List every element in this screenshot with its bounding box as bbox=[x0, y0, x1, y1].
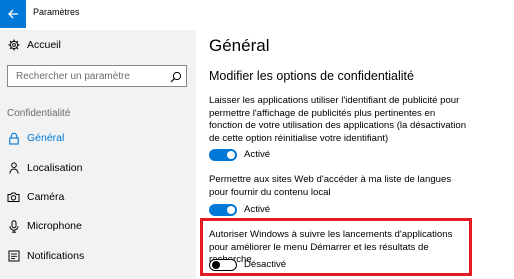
camera-icon bbox=[7, 191, 20, 204]
sidebar-item-label: Général bbox=[27, 132, 65, 144]
sidebar-item-location[interactable]: Localisation bbox=[0, 156, 196, 180]
window-title: Paramètres bbox=[33, 7, 80, 17]
notifications-icon bbox=[7, 250, 20, 263]
highlight-annotation-box bbox=[200, 218, 472, 276]
sidebar-item-label: Localisation bbox=[27, 162, 83, 174]
toggle-knob bbox=[227, 151, 235, 159]
back-button[interactable] bbox=[0, 0, 26, 28]
page-title: Général bbox=[209, 36, 270, 55]
sidebar-item-microphone[interactable]: Microphone bbox=[0, 214, 196, 238]
sidebar-item-label: Accueil bbox=[27, 39, 61, 51]
lock-icon bbox=[7, 132, 20, 145]
sidebar-item-camera[interactable]: Caméra bbox=[0, 185, 196, 209]
toggle-ad-id[interactable] bbox=[209, 149, 237, 161]
search-icon[interactable] bbox=[170, 70, 182, 83]
setting-description-language-list: Permettre aux sites Web d'accéder à ma l… bbox=[209, 174, 452, 198]
gear-icon bbox=[7, 39, 20, 52]
sidebar-item-label: Notifications bbox=[27, 250, 85, 262]
search-input[interactable] bbox=[8, 66, 166, 86]
sidebar-item-label: Caméra bbox=[27, 191, 65, 203]
toggle-state-label: Activé bbox=[244, 204, 271, 215]
title-bar: Paramètres bbox=[0, 0, 514, 30]
setting-description-ad-id: Laisser les applications utiliser l'iden… bbox=[209, 95, 467, 144]
sidebar-item-home[interactable]: Accueil bbox=[0, 33, 196, 57]
search-field[interactable] bbox=[7, 65, 187, 87]
section-title: Modifier les options de confidentialité bbox=[209, 69, 414, 83]
toggle-state-label: Activé bbox=[244, 149, 271, 160]
sidebar-item-label: Microphone bbox=[27, 220, 82, 232]
sidebar: Accueil Confidentialité Général bbox=[0, 30, 196, 279]
toggle-language-list[interactable] bbox=[209, 204, 237, 216]
arrow-left-icon bbox=[7, 9, 18, 19]
section-label-privacy: Confidentialité bbox=[7, 108, 71, 119]
sidebar-item-general[interactable]: Général bbox=[0, 126, 196, 150]
toggle-knob bbox=[227, 206, 235, 214]
location-person-icon bbox=[7, 161, 20, 175]
sidebar-item-notifications[interactable]: Notifications bbox=[0, 244, 196, 268]
microphone-icon bbox=[7, 219, 20, 233]
